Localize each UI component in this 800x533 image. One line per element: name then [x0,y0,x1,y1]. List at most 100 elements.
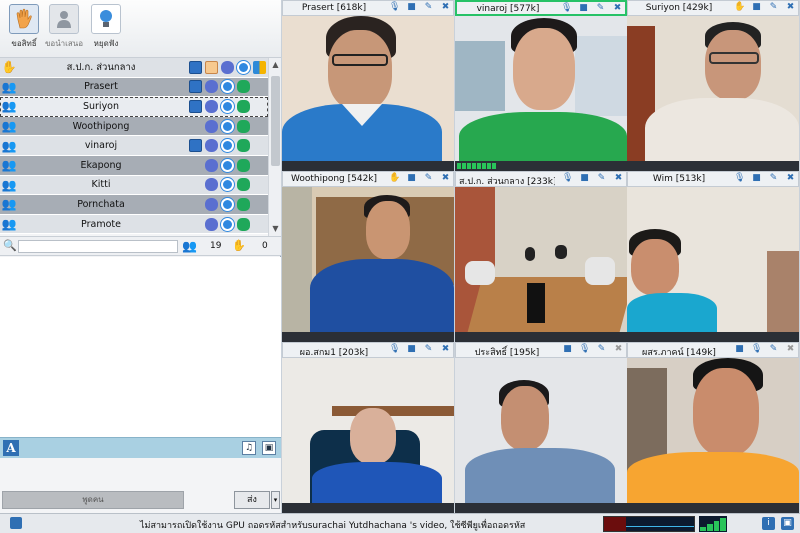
raise-hand-icon: ✋ [1,60,17,75]
camera-icon[interactable]: ■ [406,173,417,184]
participant-list[interactable]: ✋ ส.ป.ก. ส่วนกลาง 👥 Prasert 👥 Suriyon 👥 … [0,58,268,236]
camera-icon [221,197,234,211]
search-bar: 🔍 👥 19 ✋ 0 [0,236,281,256]
close-icon[interactable]: ✖ [613,173,624,184]
scrollbar-thumb[interactable] [271,76,280,166]
windows-icon [253,60,266,74]
camera-icon [221,178,234,192]
pin-icon[interactable]: ✎ [768,173,779,184]
list-item[interactable]: ✋ ส.ป.ก. ส่วนกลาง [0,58,268,78]
save-icon[interactable]: ▣ [262,441,276,455]
chat-input[interactable]: พูดคน [2,491,184,509]
mic-icon[interactable]: 🎙 [751,344,762,355]
user-icon: 👥 [1,177,17,192]
hand-icon[interactable]: ✋ [389,173,400,184]
music-icon[interactable]: ♫ [242,441,256,455]
close-icon[interactable]: ✖ [613,344,624,355]
list-item[interactable]: 👥 Suriyon [0,97,268,117]
camera-icon[interactable]: ■ [578,3,589,14]
screen-icon [189,139,202,153]
pin-icon[interactable]: ✎ [596,173,607,184]
user-icon: 👥 [1,158,17,173]
close-icon[interactable]: ✖ [785,173,796,184]
search-icon: 🔍 [3,239,17,252]
stop-listen-button[interactable]: หยุดฟัง [86,4,126,56]
close-icon[interactable]: ✖ [440,344,451,355]
user-icon: 👥 [1,99,17,114]
pin-icon[interactable]: ✎ [596,344,607,355]
mic-icon[interactable]: 🎙 [562,173,573,184]
video-tile[interactable]: Woothipong [542k] ✋ ■ ✎ ✖ [282,171,454,342]
mic-icon[interactable]: 🎙 [389,344,400,355]
list-item[interactable]: 👥 Prasert [0,77,268,98]
video-tile-active[interactable]: vinaroj [577k] 🎙 ■ ✎ ✖ [455,0,627,171]
video-tile[interactable]: Wim [513k] 🎙 ■ ✎ ✖ [627,171,799,342]
camera-icon[interactable]: ■ [751,173,762,184]
close-icon[interactable]: ✖ [785,2,796,13]
tile-name: ผอ.สกม1 [203k] [299,348,369,358]
mic-icon [205,139,218,153]
close-icon[interactable]: ✖ [440,173,451,184]
left-panel: ขอสิทธิ์ ขอนำเสนอ หยุดฟัง ✋ ส.ป.ก. ส่วนก… [0,0,281,513]
scroll-down-icon[interactable]: ▼ [270,224,281,233]
info-icon[interactable]: i [762,517,775,530]
list-item[interactable]: 👥 Kitti [0,175,268,196]
send-button[interactable]: ส่ง [234,491,270,509]
tile-name: Woothipong [542k] [290,174,378,184]
video-tile[interactable]: ผอ.สกม1 [203k] 🎙 ■ ✎ ✖ [282,342,454,513]
settings-icon[interactable]: ▣ [781,517,794,530]
hand-icon[interactable]: ✋ [734,2,745,13]
list-item[interactable]: 👥 Ekapong [0,155,268,176]
video-tile[interactable]: Prasert [618k] 🎙 ■ ✎ ✖ [282,0,454,171]
hand-icon [205,60,218,74]
mic-icon[interactable]: 🎙 [561,3,572,14]
close-icon[interactable]: ✖ [440,2,451,13]
video-tile[interactable]: ส.ป.ก. ส่วนกลาง [233k] 🎙 ■ ✎ ✖ [455,171,627,342]
pin-icon[interactable]: ✎ [768,2,779,13]
list-item[interactable]: 👥 Woothipong [0,116,268,137]
video-tile[interactable]: ผสร.ภาคน์ [149k] ■ 🎙 ✎ ✖ [627,342,799,513]
pin-icon[interactable]: ✎ [768,344,779,355]
close-icon[interactable]: ✖ [612,3,623,14]
search-input[interactable] [18,240,178,253]
pin-icon[interactable]: ✎ [423,2,434,13]
video-tile[interactable]: ประสิทธิ์ [195k] ■ 🎙 ✎ ✖ [455,342,627,513]
tile-name: Suriyon [429k] [645,3,713,13]
pin-icon[interactable]: ✎ [423,173,434,184]
mic-icon[interactable]: 🎙 [389,2,400,13]
screen-icon [189,99,202,113]
scroll-up-icon[interactable]: ▲ [270,60,281,69]
camera-icon[interactable]: ■ [579,173,590,184]
monitor-icon[interactable] [10,517,22,529]
camera-icon[interactable]: ■ [751,2,762,13]
video-feed [627,358,799,503]
send-options-button[interactable]: ▾ [271,491,280,509]
close-icon[interactable]: ✖ [785,344,796,355]
pin-icon[interactable]: ✎ [423,344,434,355]
camera-icon[interactable]: ■ [562,344,573,355]
font-icon[interactable]: A [3,440,19,456]
video-conference-window: ขอสิทธิ์ ขอนำเสนอ หยุดฟัง ✋ ส.ป.ก. ส่วนก… [0,0,800,533]
camera-icon [221,158,234,172]
list-item[interactable]: 👥 vinaroj [0,136,268,156]
video-tile[interactable]: Suriyon [429k] ✋ ■ ✎ ✖ [627,0,799,171]
list-item[interactable]: 👥 Pornchata [0,195,268,215]
participant-list-scrollbar[interactable]: ▲ ▼ [268,58,281,236]
camera-icon[interactable]: ■ [734,344,745,355]
audio-level-meter [457,163,496,169]
pin-icon[interactable]: ✎ [595,3,606,14]
video-feed [455,16,627,161]
camera-icon[interactable]: ■ [406,344,417,355]
mic-icon[interactable]: 🎙 [579,344,590,355]
raise-hand-icon: ✋ [232,239,246,252]
mic-icon [205,217,218,231]
raise-hand-icon [9,4,39,34]
camera-icon [221,119,234,133]
status-icon [237,139,250,153]
raise-hand-button[interactable]: ขอสิทธิ์ [4,4,44,56]
chat-toolbar: A ♫ ▣ [0,437,281,458]
mic-icon[interactable]: 🎙 [734,173,745,184]
camera-icon[interactable]: ■ [406,2,417,13]
request-present-button[interactable]: ขอนำเสนอ [44,4,84,56]
list-item[interactable]: 👥 Pramote [0,214,268,235]
